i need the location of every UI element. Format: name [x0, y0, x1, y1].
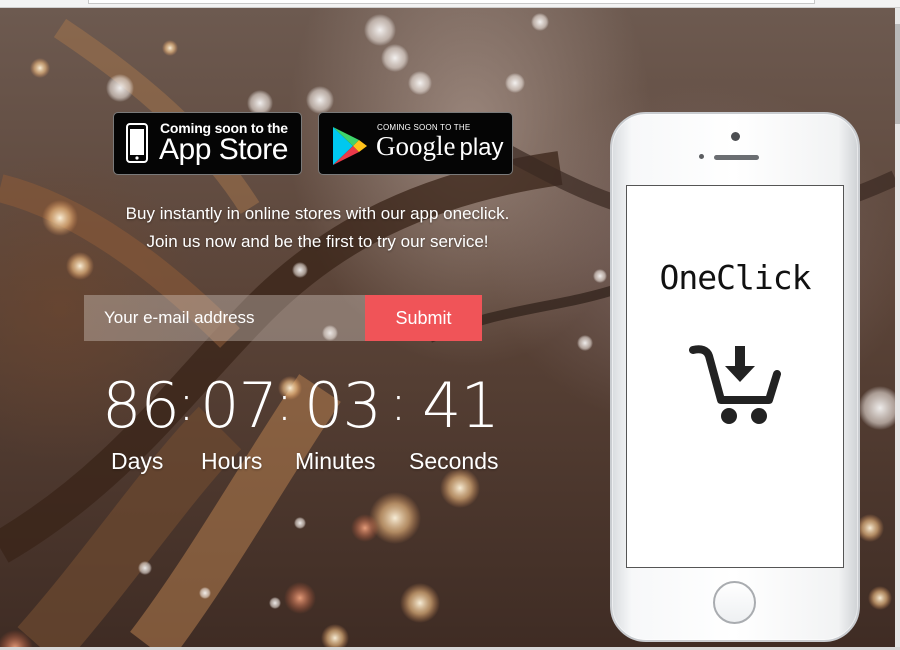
phone-sensor: [699, 154, 704, 159]
scrollbar-thumb[interactable]: [895, 24, 900, 124]
countdown-hours: 07: [200, 369, 278, 442]
app-store-badge[interactable]: Coming soon to the App Store: [113, 112, 302, 175]
page-scrollbar[interactable]: [895, 8, 900, 647]
google-word: Google: [376, 131, 456, 161]
app-store-badge-title: App Store: [159, 133, 288, 166]
countdown-seconds: 41: [422, 369, 500, 442]
tagline-line-2: Join us now and be the first to try our …: [146, 232, 489, 251]
app-title: OneClick: [659, 258, 812, 297]
phone-screen: OneClick: [626, 185, 844, 568]
phone-camera: [731, 132, 740, 141]
countdown-separator: :: [178, 374, 195, 432]
google-play-badge-title: Google play: [376, 131, 504, 162]
browser-top-edge: [0, 0, 900, 8]
countdown-minutes: 03: [304, 369, 382, 442]
tagline: Buy instantly in online stores with our …: [60, 200, 575, 256]
smartphone-icon: [126, 123, 148, 163]
submit-button[interactable]: Submit: [365, 295, 482, 341]
phone-speaker: [714, 155, 759, 160]
cart-download-icon: [689, 345, 781, 424]
countdown-separator: :: [276, 374, 293, 432]
page: Coming soon to the App Store COMING SOON…: [0, 0, 900, 650]
google-play-badge[interactable]: COMING SOON TO THE Google play: [318, 112, 513, 175]
countdown-label-days: Days: [111, 448, 164, 474]
browser-tab-edge: [88, 0, 815, 4]
play-word: play: [459, 134, 504, 161]
countdown-days: 86: [102, 369, 180, 442]
tagline-line-1: Buy instantly in online stores with our …: [125, 204, 510, 223]
phone-mockup: OneClick: [610, 112, 860, 642]
countdown-label-seconds: Seconds: [409, 448, 499, 474]
countdown-label-minutes: Minutes: [295, 448, 376, 474]
phone-home-button: [713, 581, 756, 624]
countdown-separator: :: [390, 374, 407, 432]
google-play-icon: [333, 127, 367, 165]
countdown-label-hours: Hours: [201, 448, 263, 474]
email-input[interactable]: [84, 295, 365, 341]
